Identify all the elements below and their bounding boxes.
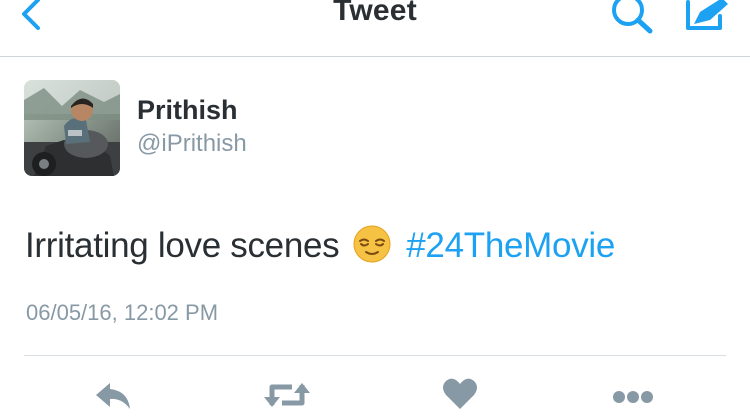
tweet-body: Irritating love scenes [25,226,340,265]
retweet-icon [264,383,310,407]
avatar[interactable] [24,80,120,176]
tweet-detail: Prithish @iPrithish Irritating love scen… [0,57,750,414]
tweet-text: Irritating love scenes #24TheMovie [25,225,615,266]
author-handle[interactable]: @iPrithish [137,130,247,158]
hashtag-link[interactable]: #24TheMovie [406,226,615,265]
more-button[interactable] [610,375,656,415]
heart-icon [443,378,477,409]
reply-icon [96,383,130,409]
compose-icon [686,0,728,30]
relieved-face-emoji [353,225,391,263]
author-display-name[interactable]: Prithish [137,95,238,126]
search-button[interactable] [606,0,658,38]
search-icon [612,0,653,34]
more-icon [613,391,653,403]
retweet-button[interactable] [262,375,312,415]
divider [24,355,726,356]
profile-photo [24,80,120,176]
tweet-timestamp: 06/05/16, 12:02 PM [26,300,219,325]
like-button[interactable] [440,375,480,415]
reply-button[interactable] [92,375,136,415]
compose-button[interactable] [680,0,732,38]
navigation-bar: Tweet [0,0,750,57]
